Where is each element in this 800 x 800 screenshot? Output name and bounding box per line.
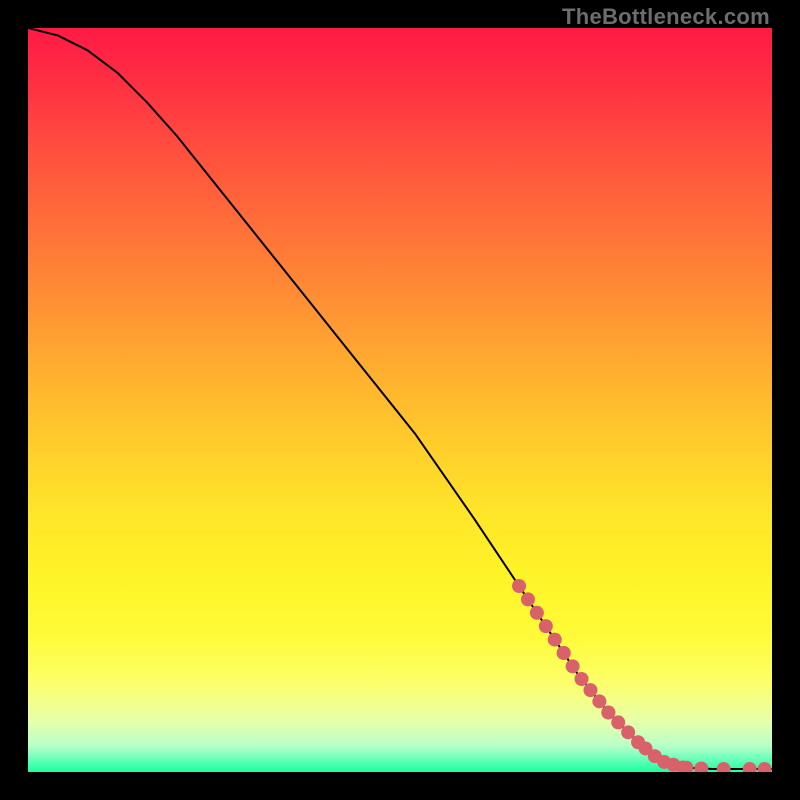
data-point (521, 592, 535, 606)
data-point (566, 659, 580, 673)
data-point (539, 619, 553, 633)
data-point (592, 694, 606, 708)
data-point (575, 672, 589, 686)
chart-svg (28, 28, 772, 772)
gradient-background (28, 28, 772, 772)
plot-area (28, 28, 772, 772)
data-point (621, 725, 635, 739)
data-point (601, 705, 615, 719)
chart-frame: TheBottleneck.com (0, 0, 800, 800)
watermark-text: TheBottleneck.com (562, 4, 770, 30)
data-point (548, 633, 562, 647)
data-point (611, 715, 625, 729)
data-point (557, 646, 571, 660)
data-point (583, 683, 597, 697)
data-point (530, 606, 544, 620)
data-point (512, 579, 526, 593)
